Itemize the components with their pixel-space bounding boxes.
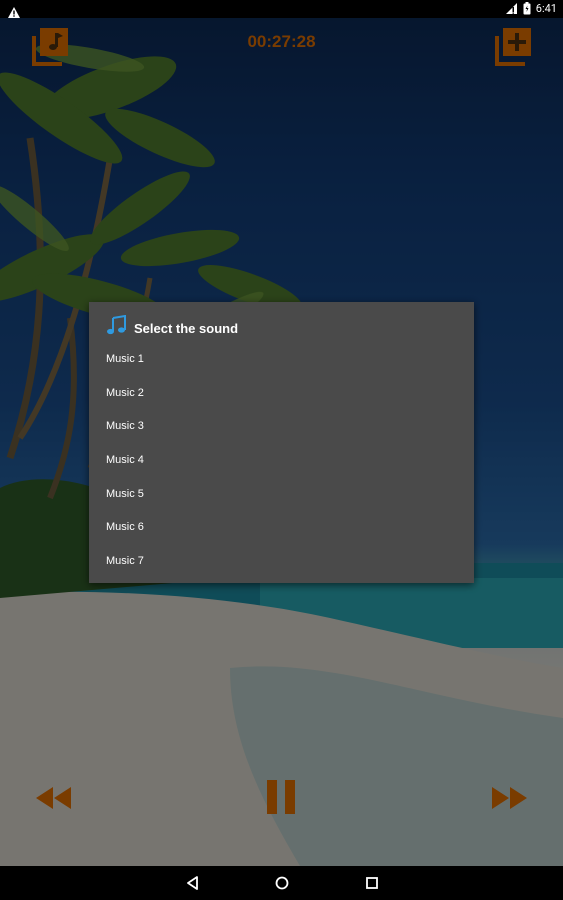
add-sound-button[interactable]	[491, 24, 535, 68]
sound-option-music-1[interactable]: Music 1	[89, 342, 474, 376]
sound-list: Music 1 Music 2 Music 3 Music 4 Music 5 …	[89, 342, 474, 578]
sound-option-music-7[interactable]: Music 7	[89, 544, 474, 578]
status-bar: 6:41	[0, 0, 563, 18]
fast-forward-button[interactable]	[490, 783, 530, 813]
playback-controls	[0, 778, 563, 818]
add-sound-icon	[491, 28, 535, 72]
sound-option-music-6[interactable]: Music 6	[89, 510, 474, 544]
sound-option-music-3[interactable]: Music 3	[89, 409, 474, 443]
sound-option-music-4[interactable]: Music 4	[89, 443, 474, 477]
dialog-title: Select the sound	[134, 320, 239, 336]
home-icon[interactable]	[274, 875, 290, 891]
status-time: 6:41	[535, 2, 557, 15]
timer-display: 00:27:28	[247, 32, 316, 51]
dialog-header: Select the sound	[106, 314, 239, 341]
rewind-icon	[33, 787, 73, 817]
status-indicators: 6:41	[505, 0, 557, 19]
sound-option-music-2[interactable]: Music 2	[89, 376, 474, 410]
sound-option-music-5[interactable]: Music 5	[89, 477, 474, 511]
music-note-icon	[106, 314, 128, 341]
warning-icon	[8, 3, 20, 22]
signal-off-icon	[505, 0, 518, 19]
battery-icon	[523, 0, 531, 19]
rewind-button[interactable]	[33, 783, 73, 813]
fast-forward-icon	[490, 787, 530, 817]
navigation-bar	[0, 866, 563, 900]
pause-icon	[264, 780, 300, 820]
recents-icon[interactable]	[364, 875, 380, 891]
select-sound-dialog: Select the sound Music 1 Music 2 Music 3…	[89, 302, 474, 583]
back-icon[interactable]	[185, 875, 201, 891]
music-library-icon	[28, 28, 72, 72]
pause-button[interactable]	[264, 778, 300, 816]
